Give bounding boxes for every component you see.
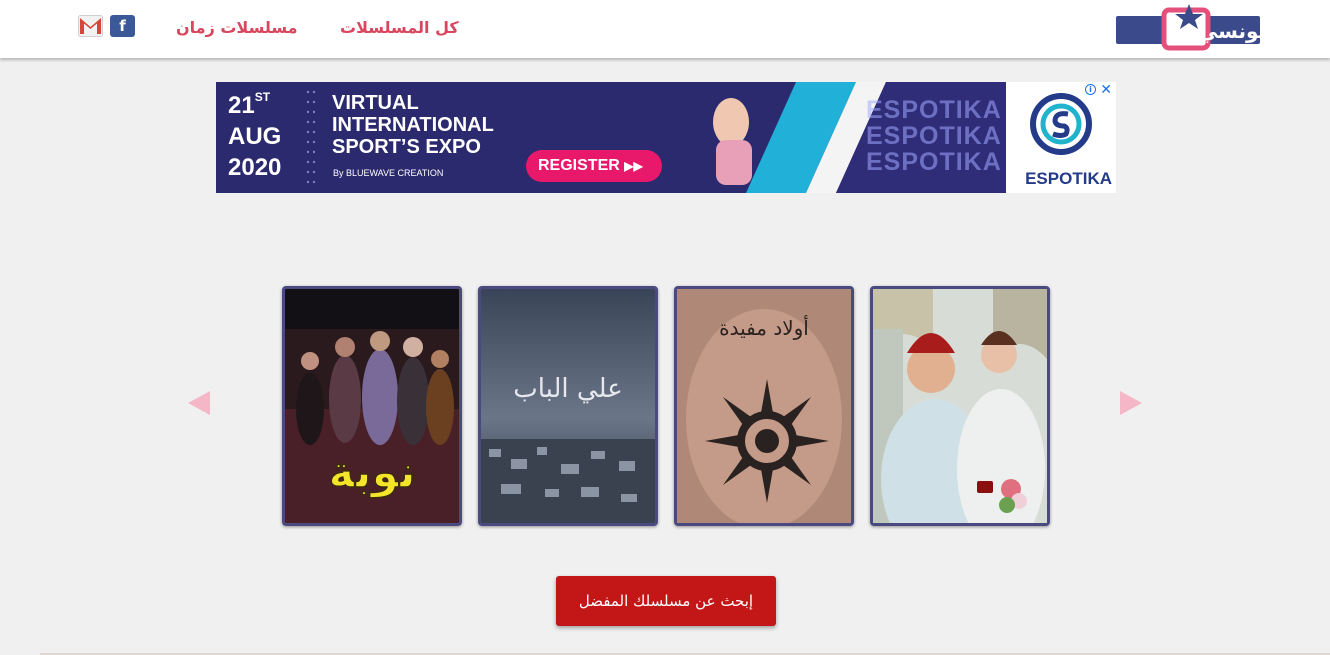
nav-old-series[interactable]: مسلسلات زمان [176, 18, 298, 37]
carousel-next-arrow-icon[interactable] [1118, 389, 1144, 417]
ad-brand-watermark-1: ESPOTIKA [866, 96, 1002, 124]
series-card-nouba[interactable]: نوبة [282, 286, 462, 526]
poster-title-nouba: نوبة [328, 447, 415, 498]
site-logo[interactable]: تونسي [1114, 2, 1266, 52]
top-header: تونسي كل المسلسلات مسلسلات زمان f [0, 0, 1330, 58]
poster-title-awlad-moufida: أولاد مفيدة [719, 315, 809, 340]
nav-all-series[interactable]: كل المسلسلات [340, 18, 459, 37]
ad-banner[interactable]: 21ST AUG 2020 VIRTUAL INTERNATIONAL SPOR… [216, 82, 1116, 193]
espotika-logo-icon [1030, 93, 1092, 155]
poster-title-ali-el-bab: علي الباب [513, 374, 622, 404]
carousel-prev-arrow-icon[interactable] [186, 389, 212, 417]
ad-byline: By BLUEWAVE CREATION [333, 168, 444, 178]
ad-brand-watermark-3: ESPOTIKA [866, 148, 1002, 176]
ad-logo-panel: ESPOTIKA [1006, 82, 1116, 193]
ad-date: 21ST AUG 2020 [228, 90, 282, 181]
facebook-icon[interactable]: f [110, 15, 135, 37]
series-card-ali-el-bab[interactable]: علي الباب [478, 286, 658, 526]
ad-register-button[interactable]: REGISTER ▶▶ [526, 150, 662, 182]
series-poster-ali-el-bab: علي الباب [481, 289, 655, 523]
series-poster-wedding [873, 289, 1047, 523]
series-card-wedding[interactable] [870, 286, 1050, 526]
series-poster-nouba: نوبة [285, 289, 459, 523]
ad-brand-name: ESPOTIKA [1025, 169, 1112, 188]
gmail-icon[interactable] [78, 15, 103, 37]
ad-title: VIRTUAL INTERNATIONAL SPORT’S EXPO [332, 92, 494, 158]
logo-text: تونسي [1198, 19, 1264, 44]
ad-info-icon[interactable]: i [1085, 84, 1096, 95]
series-poster-awlad-moufida: أولاد مفيدة [677, 289, 851, 523]
ad-dots-decoration [306, 90, 316, 184]
series-card-awlad-moufida[interactable]: أولاد مفيدة [674, 286, 854, 526]
ad-close-icon[interactable]: ✕ [1100, 82, 1112, 98]
ad-brand-watermark-2: ESPOTIKA [866, 122, 1002, 150]
search-series-button[interactable]: إبحث عن مسلسلك المفضل [556, 576, 776, 626]
